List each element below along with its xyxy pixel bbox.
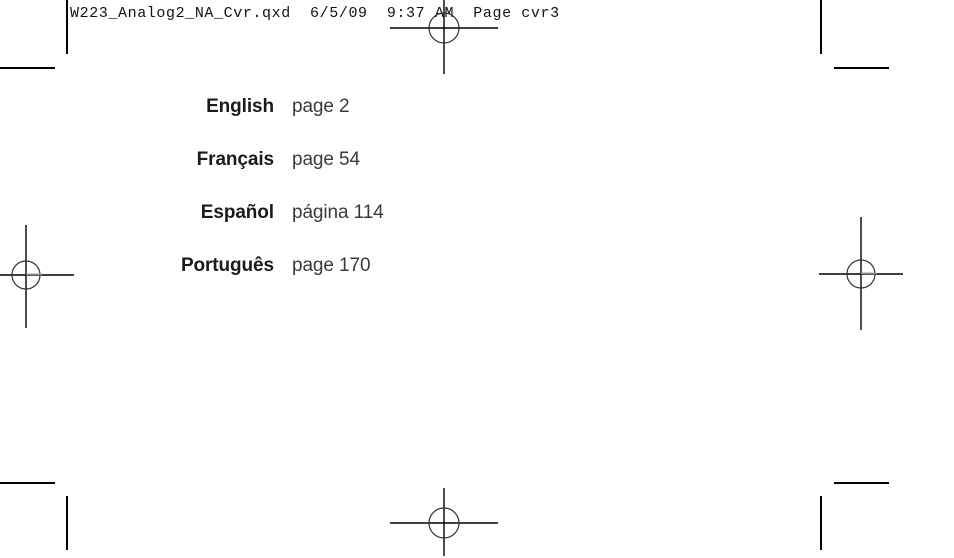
crop-mark-bottom-left-horizontal [0,482,55,484]
language-name: Français [196,149,274,170]
page-reference: page 170 [292,255,371,276]
crop-mark-top-left-vertical [66,0,68,54]
registration-mark-top-center [388,0,500,76]
crop-mark-bottom-left-vertical [66,496,68,550]
crop-mark-top-right-horizontal [834,67,889,69]
page-reference: page 2 [292,96,350,117]
registration-mark-right [811,217,911,332]
crop-mark-top-left-horizontal [0,67,55,69]
registration-target-icon [390,488,498,556]
page-reference: page 54 [292,149,360,170]
registration-target-icon [390,0,498,74]
language-name: English [206,96,274,117]
language-name: Español [200,202,274,223]
crop-mark-bottom-right-vertical [820,496,822,550]
page-reference: página 114 [292,202,384,223]
registration-mark-bottom-center [388,488,500,558]
list-item: English page 2 [0,96,954,149]
list-item: Français page 54 [0,149,954,202]
crop-mark-top-right-vertical [820,0,822,54]
registration-mark-left [0,225,76,330]
crop-mark-bottom-right-horizontal [834,482,889,484]
registration-target-icon [0,225,74,328]
registration-target-icon [819,217,903,330]
